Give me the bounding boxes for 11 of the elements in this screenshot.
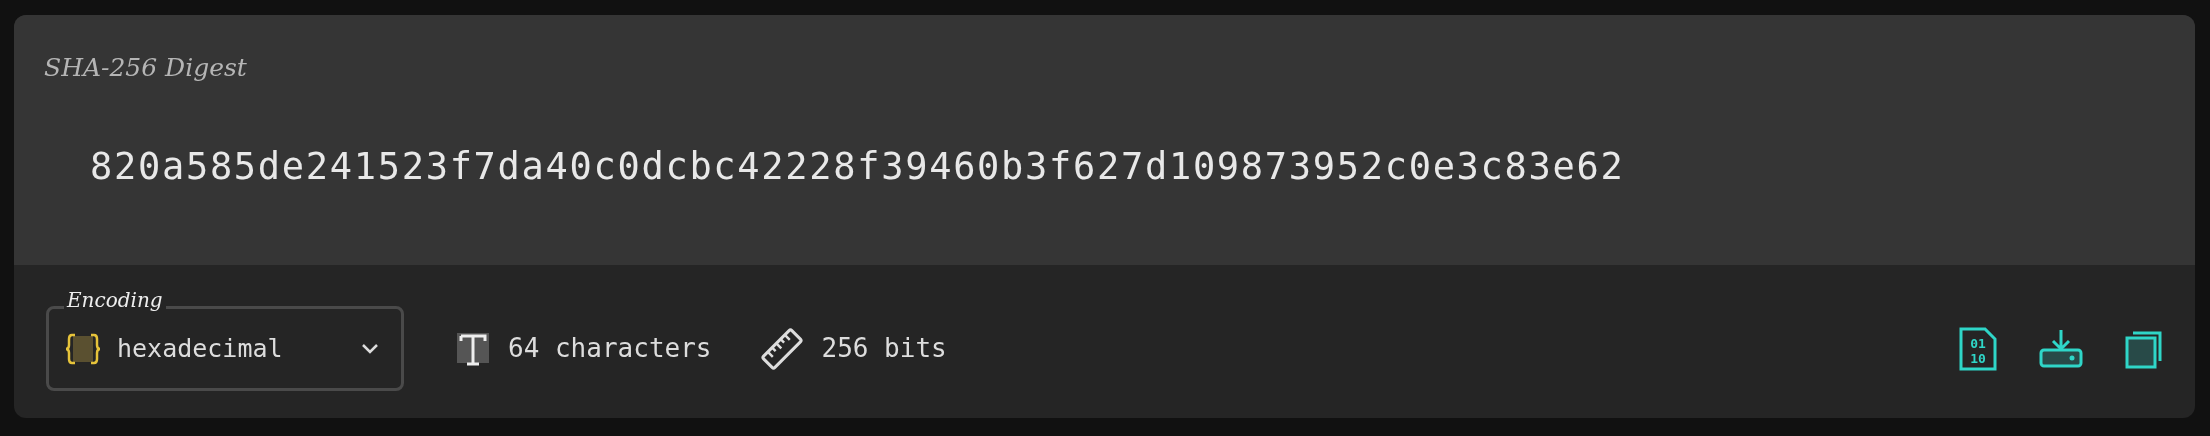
download-button[interactable] bbox=[2039, 328, 2083, 369]
digest-text: 820a585de241523f7da40c0dcbc42228f39460b3f627d109873952c0e3c83e62 bbox=[90, 143, 1626, 190]
stat-text: 256 bits bbox=[821, 332, 947, 365]
panel-title: SHA-256 Digest bbox=[44, 52, 248, 84]
binary-file-button[interactable]: 01 10 bbox=[1959, 326, 1997, 371]
stat-text: 64 characters bbox=[508, 332, 712, 365]
text-icon bbox=[456, 330, 490, 367]
ruler-icon bbox=[759, 326, 804, 371]
braces-icon bbox=[65, 331, 101, 366]
chevron-down-icon bbox=[361, 342, 379, 355]
encoding-value: hexadecimal bbox=[117, 332, 283, 365]
